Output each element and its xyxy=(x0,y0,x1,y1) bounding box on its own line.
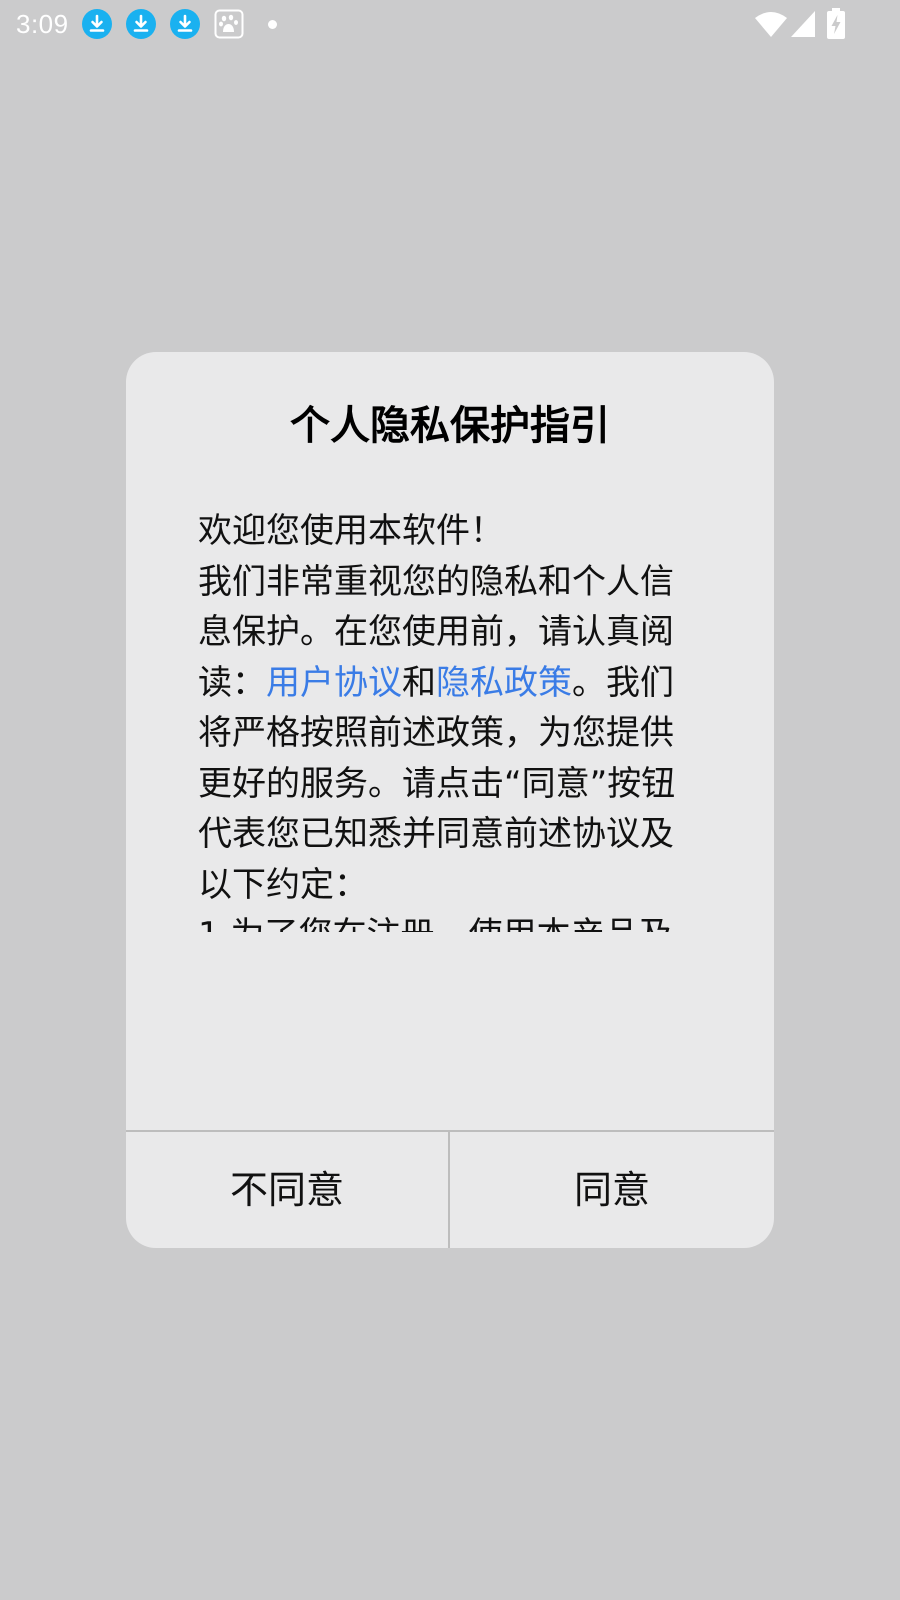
status-bar: 3:09 xyxy=(0,0,900,48)
user-agreement-link[interactable]: 用户协议 xyxy=(266,663,402,703)
body-item-1: 1.为了您在注册、使用本产品及相关服务，我们可能收集与提供服务相关的个人信息，您… xyxy=(198,910,698,932)
disagree-button[interactable]: 不同意 xyxy=(126,1132,448,1248)
download-icon xyxy=(170,9,200,39)
battery-charging-icon xyxy=(826,8,846,40)
status-time: 3:09 xyxy=(16,9,69,39)
download-icon xyxy=(82,9,112,39)
privacy-paragraph: 我们非常重视您的隐私和个人信息保护。在您使用前，请认真阅读：用户协议和隐私政策。… xyxy=(198,557,698,911)
wifi-icon xyxy=(754,10,788,38)
privacy-policy-link[interactable]: 隐私政策 xyxy=(436,663,572,703)
cellular-signal-icon xyxy=(790,10,816,38)
welcome-text: 欢迎您使用本软件！ xyxy=(198,511,504,551)
privacy-dialog: 个人隐私保护指引 欢迎您使用本软件！ 我们非常重视您的隐私和个人信息保护。在您使… xyxy=(126,352,774,1248)
body-text-and: 和 xyxy=(402,662,436,703)
paw-icon xyxy=(214,9,244,39)
download-icon xyxy=(126,9,156,39)
dialog-body: 欢迎您使用本软件！ 我们非常重视您的隐私和个人信息保护。在您使用前，请认真阅读：… xyxy=(198,506,698,932)
dialog-title: 个人隐私保护指引 xyxy=(290,403,610,449)
agree-button[interactable]: 同意 xyxy=(450,1132,774,1248)
notification-dot xyxy=(268,20,277,29)
